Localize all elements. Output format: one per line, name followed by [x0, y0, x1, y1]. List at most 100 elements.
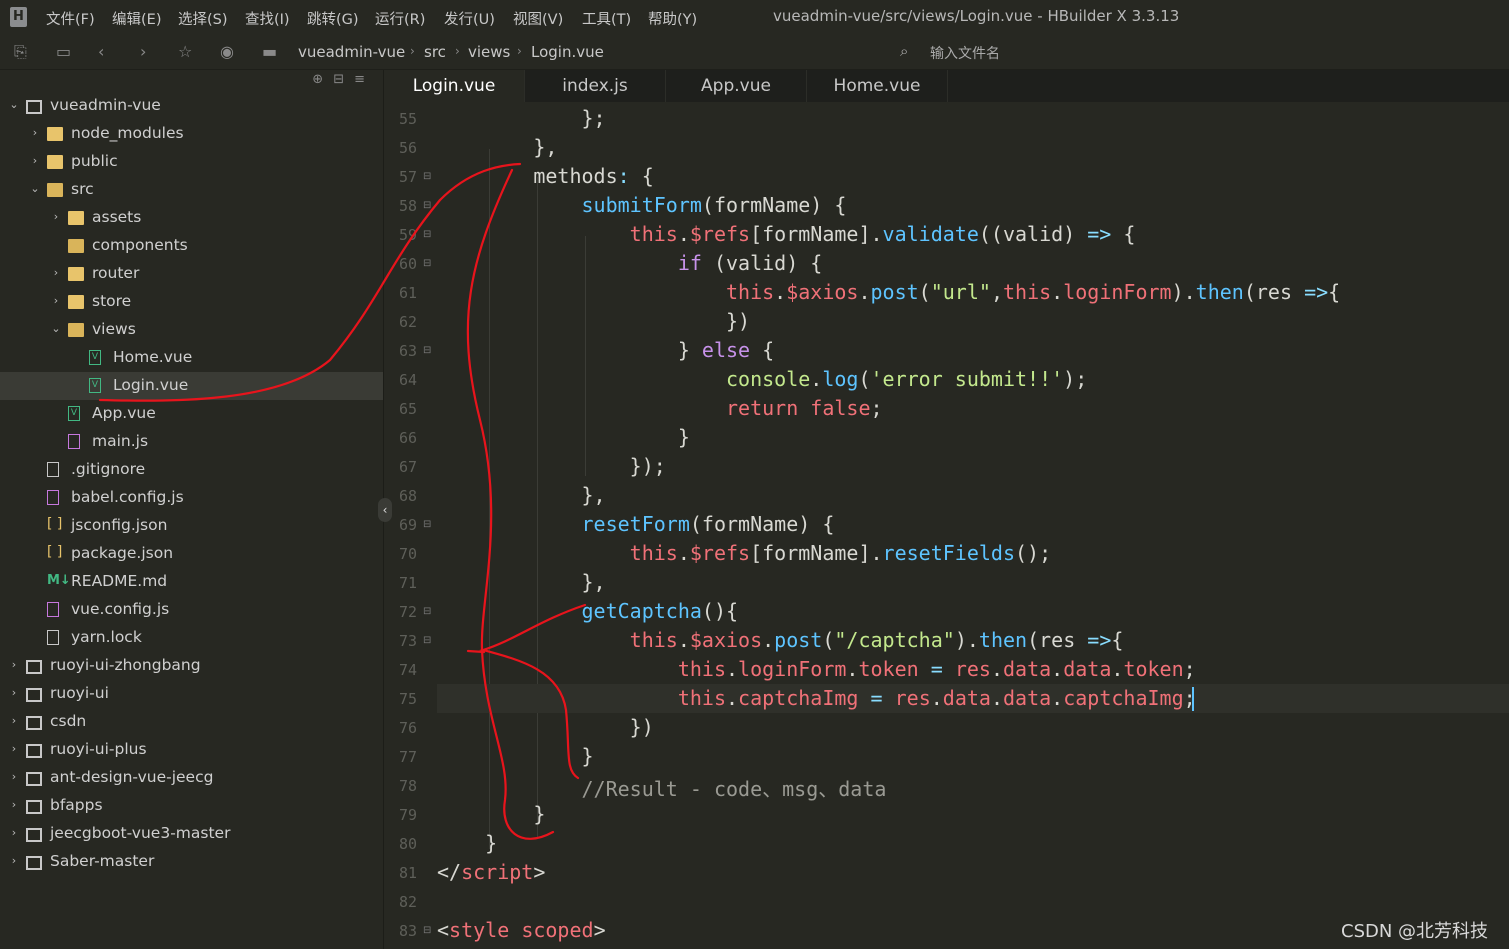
code-line[interactable]: },: [437, 483, 605, 507]
tree-item[interactable]: › Saber-master: [0, 848, 383, 876]
fold-icon[interactable]: ⊟: [423, 519, 431, 530]
tree-item[interactable]: › csdn: [0, 708, 383, 736]
tree-item[interactable]: › assets: [0, 204, 383, 232]
locate-icon[interactable]: ⊕: [312, 72, 333, 87]
chevron-down-icon[interactable]: ⌄: [8, 98, 20, 111]
menu-tools[interactable]: 工具(T): [582, 8, 631, 29]
code-line[interactable]: getCaptcha(){: [437, 599, 739, 623]
tree-item[interactable]: .gitignore: [0, 456, 383, 484]
code-line[interactable]: resetForm(formName) {: [437, 512, 835, 536]
breadcrumb-views[interactable]: views: [468, 43, 510, 61]
tree-item[interactable]: › ant-design-vue-jeecg: [0, 764, 383, 792]
star-icon[interactable]: ☆: [178, 42, 192, 61]
code-line[interactable]: this.$axios.post("/captcha").then(res =>…: [437, 628, 1124, 652]
tree-item[interactable]: ⌄ src: [0, 176, 383, 204]
code-line[interactable]: this.$refs[formName].resetFields();: [437, 541, 1051, 565]
tree-item[interactable]: components: [0, 232, 383, 260]
code-line[interactable]: }: [437, 831, 497, 855]
tab-app-vue[interactable]: App.vue: [666, 70, 807, 102]
code-line[interactable]: this.captchaImg = res.data.data.captchaI…: [437, 686, 1196, 710]
fold-icon[interactable]: ⊟: [423, 229, 431, 240]
menu-run[interactable]: 运行(R): [375, 8, 425, 29]
code-line[interactable]: }: [437, 802, 545, 826]
code-line[interactable]: </script>: [437, 860, 545, 884]
code-line[interactable]: <style scoped>: [437, 918, 606, 942]
chevron-right-icon[interactable]: ›: [8, 826, 20, 839]
code-line[interactable]: } else {: [437, 338, 774, 362]
code-line[interactable]: }): [437, 309, 750, 333]
chevron-right-icon[interactable]: ›: [8, 742, 20, 755]
code-line[interactable]: this.$axios.post("url",this.loginForm).t…: [437, 280, 1340, 304]
tree-item[interactable]: › bfapps: [0, 792, 383, 820]
back-icon[interactable]: ‹: [98, 42, 104, 61]
chevron-down-icon[interactable]: ⌄: [29, 182, 41, 195]
tree-item[interactable]: › store: [0, 288, 383, 316]
tree-item[interactable]: › router: [0, 260, 383, 288]
tree-item[interactable]: › ruoyi-ui-zhongbang: [0, 652, 383, 680]
code-line[interactable]: console.log('error submit!!');: [437, 367, 1087, 391]
tree-item[interactable]: [ ] package.json: [0, 540, 383, 568]
menu-edit[interactable]: 编辑(E): [112, 8, 161, 29]
forward-icon[interactable]: ›: [140, 42, 146, 61]
breadcrumb-file[interactable]: Login.vue: [531, 43, 604, 61]
fold-icon[interactable]: ⊟: [423, 925, 431, 936]
tab-home-vue[interactable]: Home.vue: [807, 70, 948, 102]
chevron-right-icon[interactable]: ›: [8, 686, 20, 699]
menu-publish[interactable]: 发行(U): [444, 8, 495, 29]
tree-item[interactable]: ⌄ vueadmin-vue: [0, 92, 383, 120]
fold-icon[interactable]: ⊟: [423, 171, 431, 182]
menu-goto[interactable]: 跳转(G): [307, 8, 359, 29]
tree-item[interactable]: › ruoyi-ui: [0, 680, 383, 708]
menu-view[interactable]: 视图(V): [513, 8, 563, 29]
new-file-icon[interactable]: ⎘: [14, 42, 27, 62]
menu-find[interactable]: 查找(I): [245, 8, 290, 29]
tree-item[interactable]: V App.vue: [0, 400, 383, 428]
chevron-down-icon[interactable]: ⌄: [50, 322, 62, 335]
fold-icon[interactable]: ⊟: [423, 635, 431, 646]
chevron-right-icon[interactable]: ›: [29, 126, 41, 139]
file-search-input[interactable]: 输入文件名: [930, 43, 1000, 63]
code-line[interactable]: }: [437, 744, 593, 768]
fold-icon[interactable]: ⊟: [423, 200, 431, 211]
code-editor[interactable]: 55 }; 56 }, 57 ⊟ methods: {58 ⊟ submitForm(f…: [384, 102, 1509, 949]
breadcrumb-project[interactable]: vueadmin-vue: [298, 43, 405, 61]
chevron-right-icon[interactable]: ›: [8, 854, 20, 867]
chevron-right-icon[interactable]: ›: [50, 210, 62, 223]
tree-item[interactable]: › public: [0, 148, 383, 176]
tree-item[interactable]: babel.config.js: [0, 484, 383, 512]
tree-item[interactable]: M↓ README.md: [0, 568, 383, 596]
tree-item[interactable]: [ ] jsconfig.json: [0, 512, 383, 540]
chevron-right-icon[interactable]: ›: [8, 770, 20, 783]
tab-index-js[interactable]: index.js: [525, 70, 666, 102]
chevron-right-icon[interactable]: ›: [8, 658, 20, 671]
run-icon[interactable]: ◉: [220, 42, 234, 61]
tree-item[interactable]: V Home.vue: [0, 344, 383, 372]
collapse-all-icon[interactable]: ⊟: [333, 72, 354, 87]
chevron-right-icon[interactable]: ›: [50, 266, 62, 279]
code-line[interactable]: if (valid) {: [437, 251, 823, 275]
code-line[interactable]: }: [437, 425, 690, 449]
collapse-sidebar-icon[interactable]: ‹: [378, 498, 392, 522]
tree-item[interactable]: › ruoyi-ui-plus: [0, 736, 383, 764]
save-icon[interactable]: ▭: [56, 42, 71, 61]
menu-help[interactable]: 帮助(Y): [648, 8, 697, 29]
tree-item[interactable]: V Login.vue: [0, 372, 383, 400]
tab-login-vue[interactable]: Login.vue: [384, 70, 525, 102]
menu-file[interactable]: 文件(F): [46, 8, 95, 29]
menu-select[interactable]: 选择(S): [178, 8, 228, 29]
chevron-right-icon[interactable]: ›: [29, 154, 41, 167]
code-line[interactable]: }): [437, 715, 654, 739]
code-line[interactable]: return false;: [437, 396, 883, 420]
tree-item[interactable]: ⌄ views: [0, 316, 383, 344]
tree-item[interactable]: yarn.lock: [0, 624, 383, 652]
code-line[interactable]: this.$refs[formName].validate((valid) =>…: [437, 222, 1136, 246]
tree-item[interactable]: › node_modules: [0, 120, 383, 148]
chevron-right-icon[interactable]: ›: [8, 798, 20, 811]
code-line[interactable]: //Result - code、msg、data: [437, 773, 887, 802]
code-line[interactable]: };: [437, 106, 605, 130]
code-line[interactable]: },: [437, 135, 557, 159]
tree-item[interactable]: › jeecgboot-vue3-master: [0, 820, 383, 848]
chevron-right-icon[interactable]: ›: [50, 294, 62, 307]
code-line[interactable]: });: [437, 454, 666, 478]
breadcrumb-src[interactable]: src: [424, 43, 446, 61]
